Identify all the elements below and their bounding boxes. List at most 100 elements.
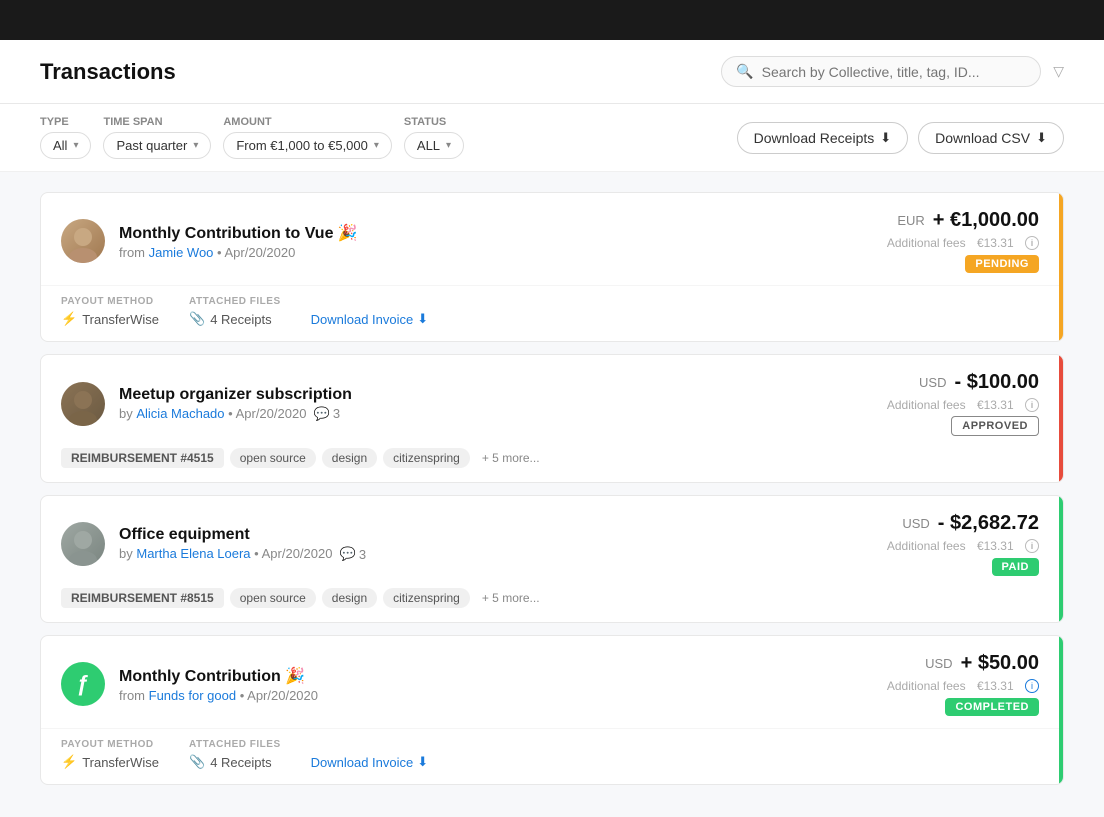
info-icon[interactable]: i [1025,679,1039,693]
timespan-filter-label: TIME SPAN [103,116,211,128]
paperclip-icon: 📎 [189,754,205,770]
chevron-down-icon: ▾ [374,140,379,151]
table-row: Meetup organizer subscription by Alicia … [40,354,1064,483]
tags-more[interactable]: + 5 more... [476,448,546,468]
chevron-down-icon: ▾ [73,140,78,151]
download-csv-label: Download CSV [935,130,1030,146]
filters-left: TYPE All ▾ TIME SPAN Past quarter ▾ AMOU… [40,116,464,159]
status-badge: PAID [992,558,1039,576]
transaction-subtitle: by Martha Elena Loera • Apr/20/2020 💬 3 [119,546,366,562]
currency-label: USD [919,375,946,390]
status-filter-select[interactable]: ALL ▾ [404,132,464,159]
payout-label: PAYOUT METHOD [61,296,159,307]
transaction-info: Office equipment by Martha Elena Loera •… [119,526,366,562]
download-invoice-link[interactable]: Download Invoice ⬇ [311,754,429,770]
status-filter-value: ALL [417,138,440,153]
status-indicator [1059,193,1063,341]
transactions-list: Monthly Contribution to Vue 🎉 from Jamie… [0,172,1104,817]
transaction-user-link[interactable]: Martha Elena Loera [136,546,250,561]
search-input[interactable] [762,64,1027,80]
invoice-group: Download Invoice ⬇ [311,296,429,327]
transaction-left: Meetup organizer subscription by Alicia … [61,382,352,426]
transaction-user-link[interactable]: Funds for good [149,688,236,703]
transaction-meta: PAYOUT METHOD ⚡ TransferWise ATTACHED FI… [41,285,1059,341]
info-icon[interactable]: i [1025,539,1039,553]
files-value: 📎 4 Receipts [189,311,281,327]
transaction-left: Office equipment by Martha Elena Loera •… [61,522,366,566]
timespan-filter-select[interactable]: Past quarter ▾ [103,132,211,159]
info-icon[interactable]: i [1025,398,1039,412]
tags-more[interactable]: + 5 more... [476,588,546,608]
timespan-filter-value: Past quarter [116,138,187,153]
top-bar [0,0,1104,40]
files-value: 📎 4 Receipts [189,754,281,770]
filters-right: Download Receipts ⬇ Download CSV ⬇ [737,122,1064,154]
transaction-info: Monthly Contribution to Vue 🎉 from Jamie… [119,223,358,260]
list-item: design [322,448,377,468]
download-icon: ⬇ [880,130,891,146]
amount-filter-select[interactable]: From €1,000 to €5,000 ▾ [223,132,392,159]
status-badge: COMPLETED [945,698,1039,716]
search-bar[interactable]: 🔍 [721,56,1041,87]
download-icon: ⬇ [1036,130,1047,146]
transaction-right: USD - $2,682.72 Additional fees €13.31 i… [887,512,1039,576]
paperclip-icon: 📎 [189,311,205,327]
avatar [61,522,105,566]
status-indicator [1059,355,1063,482]
invoice-group: Download Invoice ⬇ [311,739,429,770]
fees-row: Additional fees €13.31 i [887,539,1039,553]
info-icon[interactable]: i [1025,236,1039,250]
payout-method-group: PAYOUT METHOD ⚡ TransferWise [61,296,159,327]
type-filter-label: TYPE [40,116,91,128]
download-csv-button[interactable]: Download CSV ⬇ [918,122,1064,154]
chevron-down-icon: ▾ [193,140,198,151]
files-label: ATTACHED FILES [189,296,281,307]
avatar [61,382,105,426]
transaction-title: Monthly Contribution 🎉 [119,666,318,686]
payout-label: PAYOUT METHOD [61,739,159,750]
reimbursement-tag: REIMBURSEMENT #8515 [61,588,224,608]
transaction-main: Office equipment by Martha Elena Loera •… [41,496,1059,588]
amount-filter-group: AMOUNT From €1,000 to €5,000 ▾ [223,116,392,159]
avatar: ƒ [61,662,105,706]
filters-bar: TYPE All ▾ TIME SPAN Past quarter ▾ AMOU… [0,104,1104,172]
fees-row: Additional fees €13.31 i [887,679,1039,693]
status-filter-group: STATUS ALL ▾ [404,116,464,159]
transaction-left: Monthly Contribution to Vue 🎉 from Jamie… [61,219,358,263]
transaction-user-link[interactable]: Alicia Machado [136,406,224,421]
type-filter-select[interactable]: All ▾ [40,132,91,159]
amount-value: - $2,682.72 [938,512,1039,535]
download-receipts-button[interactable]: Download Receipts ⬇ [737,122,909,154]
list-item: open source [230,448,316,468]
amount-value: - $100.00 [954,371,1039,394]
avatar [61,219,105,263]
tags-row: REIMBURSEMENT #8515 open source design c… [41,588,1059,622]
transaction-subtitle: from Jamie Woo • Apr/20/2020 [119,245,358,260]
list-item: citizenspring [383,448,470,468]
list-item: design [322,588,377,608]
f-icon: ƒ [77,671,89,697]
type-filter-value: All [53,138,67,153]
transaction-user-link[interactable]: Jamie Woo [149,245,214,260]
download-receipts-label: Download Receipts [754,130,875,146]
attached-files-group: ATTACHED FILES 📎 4 Receipts [189,739,281,770]
payout-value: ⚡ TransferWise [61,754,159,770]
fees-row: Additional fees €13.31 i [887,398,1039,412]
type-filter-group: TYPE All ▾ [40,116,91,159]
fees-row: Additional fees €13.31 i [887,236,1039,250]
status-badge: PENDING [965,255,1039,273]
page-title: Transactions [40,59,176,85]
transaction-subtitle: from Funds for good • Apr/20/2020 [119,688,318,703]
amount-filter-label: AMOUNT [223,116,392,128]
currency-label: USD [925,656,952,671]
download-icon: ⬇ [417,754,428,770]
reimbursement-tag: REIMBURSEMENT #4515 [61,448,224,468]
payout-method-group: PAYOUT METHOD ⚡ TransferWise [61,739,159,770]
transaction-title: Monthly Contribution to Vue 🎉 [119,223,358,243]
transaction-left: ƒ Monthly Contribution 🎉 from Funds for … [61,662,318,706]
currency-label: EUR [897,213,924,228]
download-invoice-link[interactable]: Download Invoice ⬇ [311,311,429,327]
transaction-info: Monthly Contribution 🎉 from Funds for go… [119,666,318,703]
filter-icon[interactable]: ▽ [1053,63,1064,80]
transaction-right: EUR + €1,000.00 Additional fees €13.31 i… [887,209,1039,273]
